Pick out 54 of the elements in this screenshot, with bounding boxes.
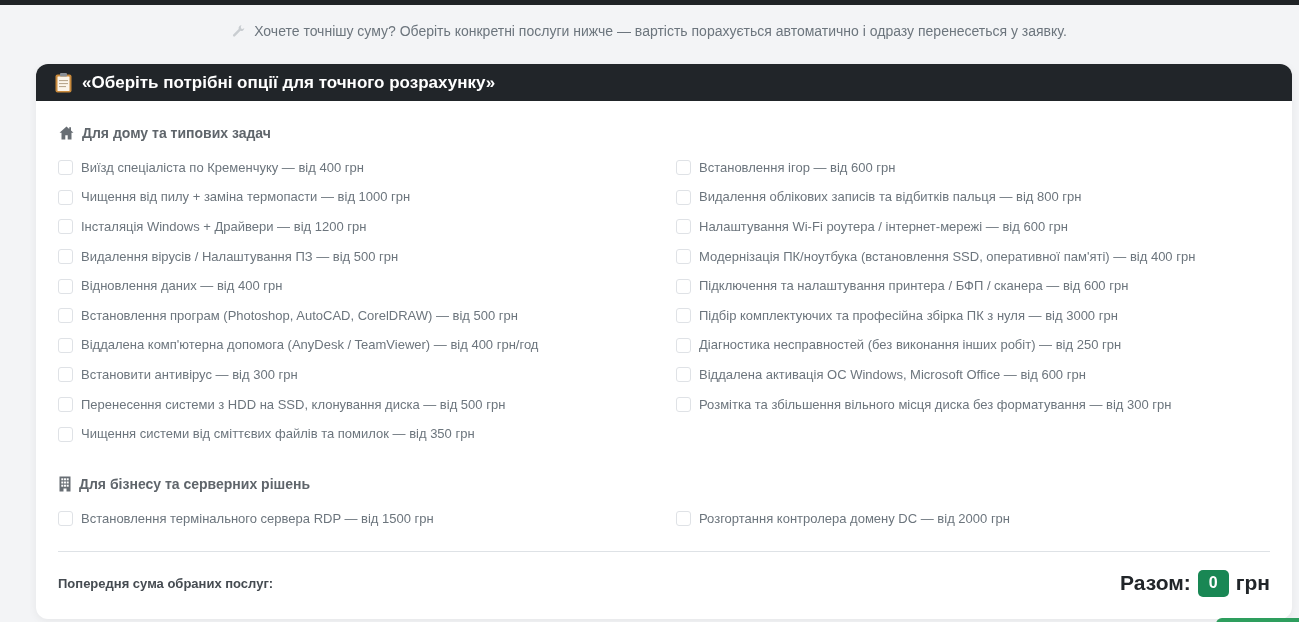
checkbox[interactable]: [58, 249, 73, 265]
checkbox[interactable]: [676, 160, 691, 176]
hint-text: Хочете точнішу суму? Оберіть конкретні послуги нижче — вартість порахується автоматично і одразу перенесеться у заявку.: [254, 22, 1067, 40]
option-label[interactable]: Розмітка та збільшення вільного місця диска без форматування — від 300 грн: [699, 396, 1172, 413]
checkbox[interactable]: [676, 511, 691, 527]
card-title: «Оберіть потрібні опції для точного розрахунку»: [82, 72, 496, 93]
checkbox[interactable]: [58, 367, 73, 383]
checkbox[interactable]: [58, 219, 73, 235]
clipboard-icon: [55, 72, 72, 93]
option-label[interactable]: Віддалена комп'ютерна допомога (AnyDesk / TeamViewer) — від 400 грн/год: [81, 337, 539, 354]
option-label[interactable]: Видалення вірусів / Налаштування ПЗ — від 500 грн: [81, 248, 399, 265]
checkbox[interactable]: [58, 511, 73, 527]
option-label[interactable]: Встановлення ігор — від 600 грн: [699, 159, 896, 176]
option-label[interactable]: Інсталяція Windows + Драйвери — від 1200 грн: [81, 219, 367, 235]
checkbox[interactable]: [676, 367, 691, 383]
option-label[interactable]: Встановлення програм (Photoshop, AutoCAD, CorelDRAW) — від 500 грн: [81, 307, 518, 324]
checkbox[interactable]: [58, 160, 73, 176]
option-label[interactable]: Відновлення даних — від 400 грн: [81, 278, 283, 295]
house-icon: [59, 126, 74, 140]
building-icon: [59, 475, 71, 492]
option-label[interactable]: Віддалена активація ОС Windows, Microsoft Office — від 600 грн: [699, 366, 1086, 383]
checkbox[interactable]: [676, 337, 691, 353]
checkbox[interactable]: [58, 308, 73, 324]
checkbox[interactable]: [676, 308, 691, 324]
subtotal-label: Попередня сума обраних послуг:: [58, 575, 274, 591]
option-label[interactable]: Розгортання контролера домену DC — від 2000 грн: [699, 510, 1011, 527]
option-label[interactable]: Встановлення термінального сервера RDP — від 1500 грн: [81, 510, 434, 527]
checkbox[interactable]: [58, 397, 73, 413]
option-label[interactable]: Модернізація ПК/ноутбука (встановлення SSD, оперативної пам'яті) — від 400 грн: [699, 248, 1196, 265]
option-label[interactable]: Чищення від пилу + заміна термопасти — від 1000 грн: [81, 189, 411, 206]
option-label[interactable]: Діагностика несправностей (без виконання інших робіт) — від 250 грн: [699, 337, 1122, 354]
option-label[interactable]: Перенесення системи з HDD на SSD, клонування диска — від 500 грн: [81, 396, 506, 413]
option-label[interactable]: Видалення облікових записів та відбитків пальця — від 800 грн: [699, 189, 1082, 206]
checkbox[interactable]: [676, 278, 691, 294]
checkbox[interactable]: [58, 278, 73, 294]
option-label[interactable]: Чищення системи від сміттєвих файлів та помилок — від 350 грн: [81, 426, 475, 443]
option-label[interactable]: Налаштування Wi-Fi роутера / інтернет-мережі — від 600 грн: [699, 219, 1068, 235]
checkbox[interactable]: [58, 337, 73, 353]
option-label[interactable]: Підбір комплектуючих та професійна збірка ПК з нуля — від 3000 грн: [699, 307, 1118, 324]
section-title: Для дому та типових задач: [82, 125, 271, 141]
option-label[interactable]: Встановити антивірус — від 300 грн: [81, 366, 298, 383]
checkbox[interactable]: [676, 249, 691, 265]
option-label[interactable]: Виїзд спеціаліста по Кременчуку — від 400 грн: [81, 159, 364, 176]
currency-label: грн: [1235, 571, 1270, 596]
checkbox[interactable]: [58, 189, 73, 205]
wrench-icon: [232, 24, 247, 38]
section-title: Для бізнесу та серверних рішень: [79, 475, 311, 492]
checkbox[interactable]: [676, 219, 691, 235]
checkbox[interactable]: [58, 426, 73, 442]
total-amount: 0: [1197, 569, 1229, 597]
checkbox[interactable]: [676, 189, 691, 205]
total-label: Разом:: [1120, 571, 1191, 596]
option-label[interactable]: Підключення та налаштування принтера / БФП / сканера — від 600 грн: [699, 278, 1129, 295]
checkbox[interactable]: [676, 397, 691, 413]
